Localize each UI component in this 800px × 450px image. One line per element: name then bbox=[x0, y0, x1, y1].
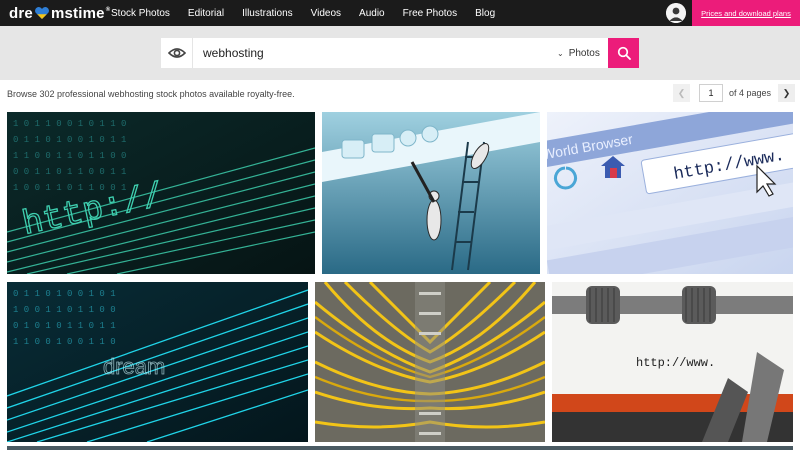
user-avatar-icon[interactable] bbox=[666, 3, 686, 23]
page-number-input[interactable] bbox=[699, 84, 723, 102]
image-binary-tunnel: 1 0 1 1 0 0 1 0 1 1 0 0 1 1 0 1 0 0 1 0 … bbox=[7, 112, 315, 274]
logo-text-right: mstime bbox=[50, 4, 105, 22]
nav-audio[interactable]: Audio bbox=[359, 8, 385, 19]
top-nav: dre mstime ® Stock Photos Editorial Illu… bbox=[0, 0, 800, 26]
next-row-peek bbox=[7, 446, 793, 450]
image-cyan-binary-lines: 0 1 1 0 1 0 0 1 0 1 1 0 0 1 1 0 1 1 0 0 … bbox=[7, 282, 308, 442]
search-icon bbox=[617, 46, 631, 60]
search-type-dropdown[interactable]: ⌄ Photos bbox=[557, 38, 600, 68]
chevron-left-icon: ❮ bbox=[677, 87, 686, 98]
svg-text:1 1 0 0 1 1 0 1 1 0 0: 1 1 0 0 1 1 0 1 1 0 0 bbox=[13, 151, 126, 161]
image-result-6[interactable]: http://www. bbox=[552, 282, 793, 442]
image-watermark-text: dream bbox=[103, 354, 165, 379]
image-result-5[interactable] bbox=[315, 282, 545, 442]
svg-text:0 1 1 0 1 0 0 1 0 1 1: 0 1 1 0 1 0 0 1 0 1 1 bbox=[13, 135, 126, 145]
svg-text:0 1 0 1 0 1 1 0 1 1: 0 1 0 1 0 1 1 0 1 1 bbox=[13, 321, 116, 331]
nav-editorial[interactable]: Editorial bbox=[188, 8, 224, 19]
nav-blog[interactable]: Blog bbox=[475, 8, 495, 19]
image-yellow-network-cables bbox=[315, 282, 545, 442]
site-logo[interactable]: dre mstime ® bbox=[9, 4, 110, 22]
image-result-1[interactable]: 1 0 1 1 0 0 1 0 1 1 0 0 1 1 0 1 0 0 1 0 … bbox=[7, 112, 315, 274]
svg-text:1 1 0 0 1 0 0 1 1 0: 1 1 0 0 1 0 0 1 1 0 bbox=[13, 337, 116, 347]
next-page-button[interactable]: ❯ bbox=[778, 84, 796, 102]
nav-illustrations[interactable]: Illustrations bbox=[242, 8, 293, 19]
prev-page-button[interactable]: ❮ bbox=[673, 84, 690, 102]
page-total-text: of 4 pages bbox=[729, 88, 772, 98]
chevron-right-icon: ❯ bbox=[782, 87, 791, 98]
prices-button[interactable]: Prices and download plans bbox=[692, 0, 800, 26]
search-band: ⌄ Photos bbox=[0, 26, 800, 80]
main-nav: Stock Photos Editorial Illustrations Vid… bbox=[102, 0, 504, 26]
image-typed-url: http://www. bbox=[636, 356, 715, 370]
nav-stock-photos[interactable]: Stock Photos bbox=[111, 8, 170, 19]
pagination: ❮ of 4 pages ❯ bbox=[673, 84, 796, 102]
image-result-2[interactable] bbox=[322, 112, 540, 274]
nav-videos[interactable]: Videos bbox=[311, 8, 341, 19]
svg-text:0 0 1 1 0 1 1 0 0 1 1: 0 0 1 1 0 1 1 0 0 1 1 bbox=[13, 167, 126, 177]
search-type-label: Photos bbox=[568, 47, 600, 59]
results-summary: Browse 302 professional webhosting stock… bbox=[7, 89, 295, 99]
svg-text:1 0 0 1 1 0 1 1 0 0: 1 0 0 1 1 0 1 1 0 0 bbox=[13, 305, 116, 315]
search-input[interactable] bbox=[203, 38, 543, 68]
image-browser-address-bar: World Browser http://www. bbox=[547, 112, 793, 274]
svg-text:1 0 1 1 0 0 1 0 1 1 0: 1 0 1 1 0 0 1 0 1 1 0 bbox=[13, 119, 126, 129]
nav-free-photos[interactable]: Free Photos bbox=[403, 8, 457, 19]
image-result-4[interactable]: 0 1 1 0 1 0 0 1 0 1 1 0 0 1 1 0 1 1 0 0 … bbox=[7, 282, 308, 442]
eye-icon[interactable] bbox=[161, 38, 193, 68]
image-ladder-painters bbox=[322, 112, 540, 274]
svg-text:0 1 1 0 1 0 0 1 0 1: 0 1 1 0 1 0 0 1 0 1 bbox=[13, 289, 116, 299]
search-button[interactable] bbox=[608, 38, 639, 68]
person-icon bbox=[666, 3, 686, 23]
image-result-3[interactable]: World Browser http://www. bbox=[547, 112, 793, 274]
logo-heart-icon bbox=[35, 7, 49, 19]
chevron-down-icon: ⌄ bbox=[557, 48, 564, 58]
logo-text-left: dre bbox=[9, 4, 33, 22]
image-typewriter-url: http://www. bbox=[552, 282, 793, 442]
search-box: ⌄ Photos bbox=[161, 38, 609, 68]
